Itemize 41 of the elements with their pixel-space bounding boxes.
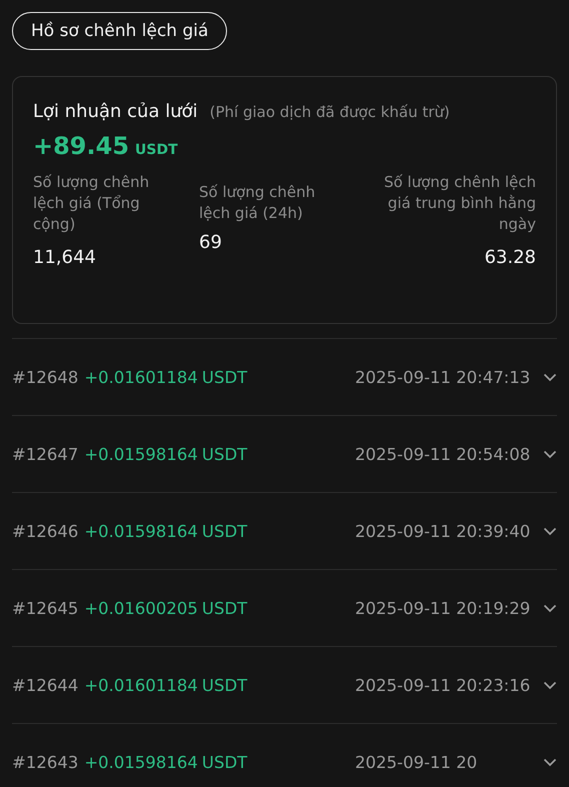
record-id: #12643 [12, 752, 78, 772]
record-amount: +0.01598164 [84, 752, 198, 772]
stat-label: Số lượng chênh lệch giá (Tổng cộng) [33, 172, 150, 235]
record-amount: +0.01598164 [84, 522, 198, 540]
record-currency: USDT [202, 752, 248, 772]
record-amount: +0.01598164 [84, 444, 198, 464]
stat-label: Số lượng chênh lệch giá (24h) [199, 182, 316, 224]
stat-value: 63.28 [484, 247, 536, 268]
stat-value: 11,644 [33, 247, 97, 268]
record-amount: +0.01600205 [84, 598, 198, 618]
record-amount: +0.01601184 [84, 368, 198, 386]
record-currency: USDT [202, 598, 248, 618]
card-title: Lợi nhuận của lưới [33, 101, 198, 122]
chevron-icon[interactable] [543, 758, 557, 766]
record-time: 2025-09-11 20:47:13 [355, 368, 532, 386]
chevron-icon[interactable] [543, 526, 557, 536]
stat-label: Số lượng chênh lệch giá trung bình hằng ngày [382, 172, 536, 235]
history-button[interactable]: Hồ sơ chênh lệch giá [12, 12, 228, 50]
record-currency: USDT [202, 676, 248, 694]
chevron-icon[interactable] [543, 680, 557, 690]
record-id: #12647 [12, 444, 78, 464]
record-amount: +0.01601184 [84, 676, 198, 694]
record-currency: USDT [202, 368, 248, 386]
chevron-icon[interactable] [543, 450, 557, 458]
profit-currency: USDT [135, 142, 178, 158]
record-id: #12645 [12, 598, 78, 618]
record-time: 2025-09-11 20 [355, 752, 478, 772]
record-id: #12644 [12, 676, 78, 694]
record-time: 2025-09-11 20:39:40 [355, 522, 532, 540]
record-currency: USDT [202, 444, 248, 464]
record-time: 2025-09-11 20:19:29 [355, 598, 532, 618]
stat-value: 69 [199, 232, 223, 253]
record-id: #12648 [12, 368, 78, 386]
record-currency: USDT [202, 522, 248, 540]
fee-note: (Phí giao dịch đã được khấu trừ) [210, 103, 450, 121]
chevron-icon[interactable] [543, 372, 557, 382]
profit-value: +89.45 [33, 132, 130, 160]
record-time: 2025-09-11 20:23:16 [355, 676, 532, 694]
record-id: #12646 [12, 522, 78, 540]
record-time: 2025-09-11 20:54:08 [355, 444, 532, 464]
chevron-icon[interactable] [543, 604, 557, 612]
